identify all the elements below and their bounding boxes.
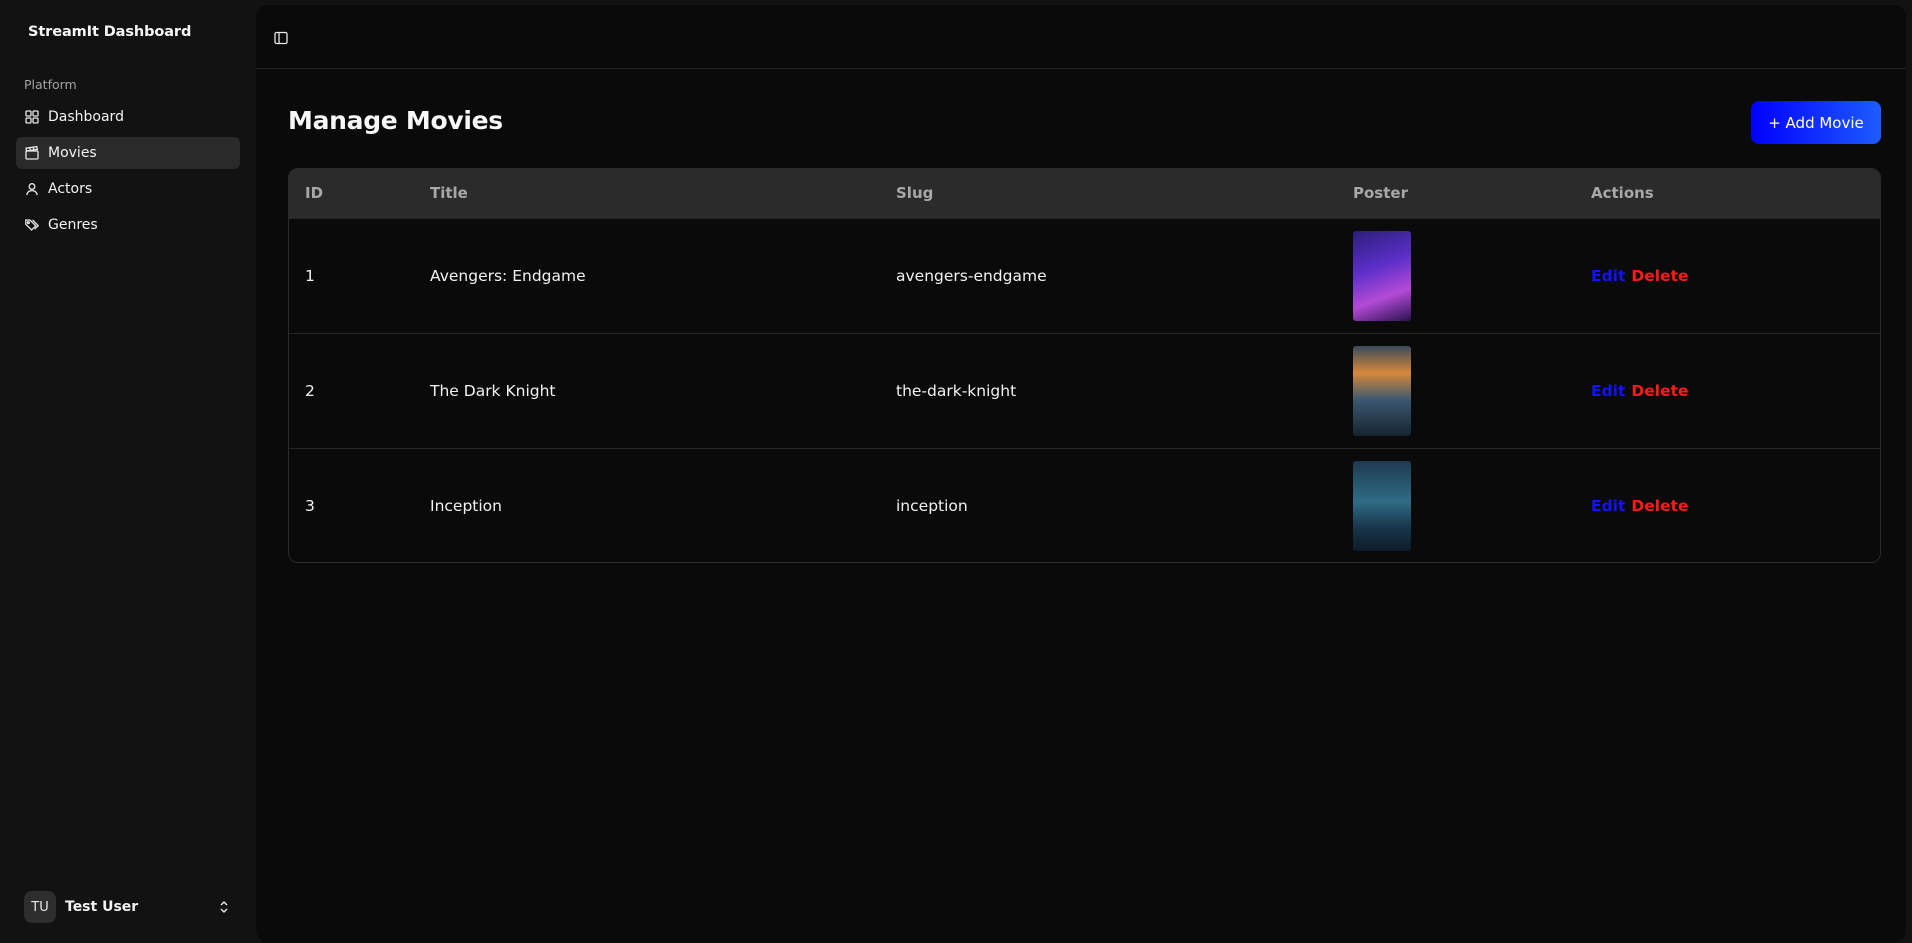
user-name: Test User xyxy=(65,899,139,915)
add-movie-button[interactable]: + Add Movie xyxy=(1751,101,1881,144)
sidebar-item-label: Genres xyxy=(48,217,98,233)
cell-slug: inception xyxy=(896,496,968,515)
poster-image xyxy=(1353,345,1411,436)
brand-title: StreamIt Dashboard xyxy=(28,24,192,40)
cell-id: 1 xyxy=(305,266,315,285)
sidebar-item-label: Actors xyxy=(48,181,93,197)
cell-poster xyxy=(1337,448,1575,562)
sidebar-item-dashboard[interactable]: Dashboard xyxy=(16,101,240,133)
cell-actions: Edit Delete xyxy=(1575,448,1880,562)
poster-image xyxy=(1353,230,1411,321)
table-row: 1 Avengers: Endgame avengers-endgame Edi… xyxy=(289,218,1880,333)
delete-link[interactable]: Delete xyxy=(1631,267,1688,285)
delete-link[interactable]: Delete xyxy=(1631,497,1688,515)
sidebar-nav: Dashboard Movies Actors Genres xyxy=(16,101,240,245)
column-header-id: ID xyxy=(305,184,324,203)
cell-title: Inception xyxy=(430,496,502,515)
delete-link[interactable]: Delete xyxy=(1631,382,1688,400)
sidebar-item-genres[interactable]: Genres xyxy=(16,209,240,241)
avatar: TU xyxy=(24,891,56,923)
edit-link[interactable]: Edit xyxy=(1591,497,1625,515)
sidebar: StreamIt Dashboard Platform Dashboard Mo… xyxy=(0,0,256,943)
page-title: Manage Movies xyxy=(288,106,503,135)
sidebar-toggle-button[interactable] xyxy=(270,27,292,49)
app-root: StreamIt Dashboard Platform Dashboard Mo… xyxy=(0,0,1912,943)
user-icon xyxy=(24,181,40,197)
cell-actions: Edit Delete xyxy=(1575,218,1880,333)
movies-table: ID Title Slug Poster Actions 1 Avengers:… xyxy=(288,168,1881,563)
cell-slug: the-dark-knight xyxy=(896,381,1017,400)
chevrons-up-down-icon xyxy=(220,901,228,913)
column-header-title: Title xyxy=(430,184,468,203)
cell-title: Avengers: Endgame xyxy=(430,266,586,285)
cell-poster xyxy=(1337,333,1575,448)
nav-group-label: Platform xyxy=(24,77,77,92)
tags-icon xyxy=(24,217,40,233)
clapperboard-icon xyxy=(24,145,40,161)
sidebar-item-label: Dashboard xyxy=(48,109,124,125)
table-row: 3 Inception inception Edit Delete xyxy=(289,448,1880,562)
edit-link[interactable]: Edit xyxy=(1591,382,1625,400)
column-header-actions: Actions xyxy=(1591,184,1654,203)
column-header-poster: Poster xyxy=(1353,184,1408,203)
sidebar-item-movies[interactable]: Movies xyxy=(16,137,240,169)
cell-slug: avengers-endgame xyxy=(896,266,1047,285)
column-header-slug: Slug xyxy=(896,184,934,203)
topbar xyxy=(256,5,1906,69)
edit-link[interactable]: Edit xyxy=(1591,267,1625,285)
sidebar-item-label: Movies xyxy=(48,145,97,161)
panel-left-icon xyxy=(274,31,288,45)
grid-icon xyxy=(24,109,40,125)
cell-title: The Dark Knight xyxy=(430,381,556,400)
table-row: 2 The Dark Knight the-dark-knight Edit De… xyxy=(289,333,1880,448)
cell-actions: Edit Delete xyxy=(1575,333,1880,448)
cell-id: 3 xyxy=(305,496,315,515)
cell-poster xyxy=(1337,218,1575,333)
user-menu[interactable]: TU Test User xyxy=(16,890,240,924)
sidebar-item-actors[interactable]: Actors xyxy=(16,173,240,205)
cell-id: 2 xyxy=(305,381,315,400)
poster-image xyxy=(1353,460,1411,551)
table-header-row: ID Title Slug Poster Actions xyxy=(289,169,1880,218)
main-panel: Manage Movies + Add Movie ID Title Slug … xyxy=(256,5,1906,942)
